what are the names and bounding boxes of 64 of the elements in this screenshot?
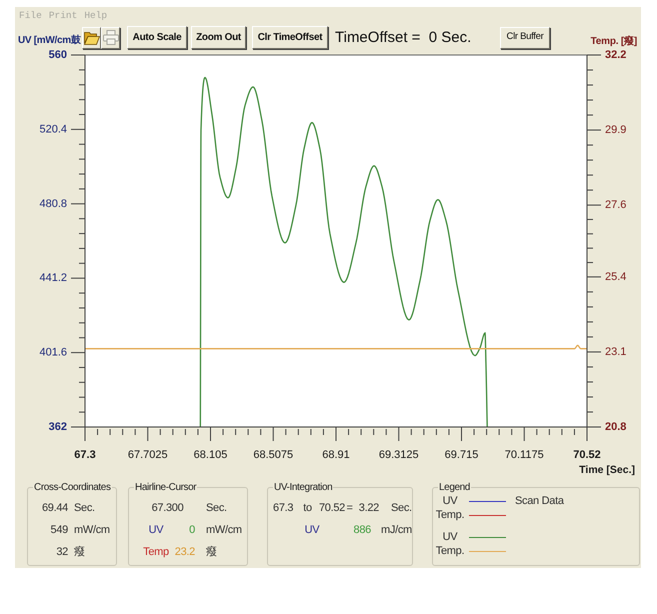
legend-label: UV	[442, 494, 458, 509]
readout-value: 69.44	[40, 501, 68, 516]
printer-icon	[102, 30, 118, 45]
tick-label: 70.52	[573, 449, 601, 461]
axis-title: Temp. [癈]	[590, 34, 637, 48]
readout-value: 67.300	[150, 501, 184, 516]
readout-value: 23.2	[174, 545, 195, 560]
tick-label: 67.3	[74, 449, 96, 461]
readout-value: 32	[55, 545, 68, 560]
time-offset-text: TimeOffset = 0 Sec.	[335, 28, 472, 46]
panel-title: Hairline-Cursor	[134, 481, 198, 494]
channel-label: UV	[148, 523, 164, 538]
unit-label: mW/cm	[73, 523, 111, 538]
tick-label: 23.1	[605, 346, 626, 358]
channel-label: UV	[304, 523, 320, 538]
unit-label: Sec.	[205, 501, 228, 516]
legend-label: Temp.	[435, 544, 465, 559]
panel-title: UV-Integration	[273, 481, 334, 494]
tick-label: 68.5075	[253, 449, 294, 461]
range-end: 70.52	[318, 501, 345, 516]
tick-label: 520.4	[39, 123, 67, 136]
legend-label: UV	[442, 530, 458, 545]
unit-label: mJ/cm	[380, 523, 412, 538]
tick-label: 70.1175	[504, 449, 544, 461]
tick-label: 67.7025	[128, 449, 168, 461]
tick-label: 25.4	[605, 270, 626, 283]
axis-title: UV [mW/cm鼓	[18, 34, 82, 48]
toolbar-button[interactable]: Auto Scale	[127, 26, 187, 49]
open-button[interactable]	[82, 26, 101, 48]
tick-label: 560	[48, 50, 67, 61]
tick-label: 27.6	[605, 199, 626, 212]
readout-value: 0	[188, 523, 195, 538]
tick-label: 29.9	[605, 124, 626, 136]
axis-title: Time [Sec.]	[579, 464, 635, 476]
unit-label: Sec.	[390, 501, 412, 516]
panel-title: Cross-Coordinates	[33, 481, 112, 494]
clear-buffer-button[interactable]: Clr Buffer	[500, 26, 550, 48]
tick-label: 69.3125	[378, 449, 419, 461]
unit-label: mW/cm	[205, 523, 243, 538]
tick-label: 20.8	[605, 421, 626, 433]
tick-label: 441.2	[39, 272, 67, 284]
integral-value: 886	[352, 523, 371, 538]
tick-label: 362	[48, 421, 67, 433]
panel-title: Legend	[438, 481, 471, 494]
tick-label: 68.105	[194, 449, 228, 461]
range-start: 67.3	[273, 501, 294, 516]
unit-label: 癈	[73, 544, 86, 560]
duration-value: 3.22	[358, 501, 379, 516]
tick-label: 480.8	[39, 198, 67, 210]
toolbar-button[interactable]: Zoom Out	[191, 26, 246, 49]
legend-caption: Scan Data	[515, 494, 564, 509]
tick-label: 401.6	[39, 346, 67, 359]
range-word: to	[302, 501, 313, 516]
folder-icon	[84, 30, 100, 44]
tick-label: 69.715	[444, 449, 478, 461]
readout-value: 549	[50, 523, 68, 538]
legend-label: Temp.	[435, 508, 465, 523]
channel-label: Temp	[142, 545, 170, 560]
unit-label: Sec.	[73, 501, 96, 516]
toolbar-button[interactable]: Clr TimeOffset	[252, 26, 328, 49]
equals-sign: =	[345, 501, 354, 516]
unit-label: 癈	[205, 544, 218, 560]
tick-label: 68.91	[322, 449, 350, 461]
tick-label: 32.2	[605, 50, 626, 61]
